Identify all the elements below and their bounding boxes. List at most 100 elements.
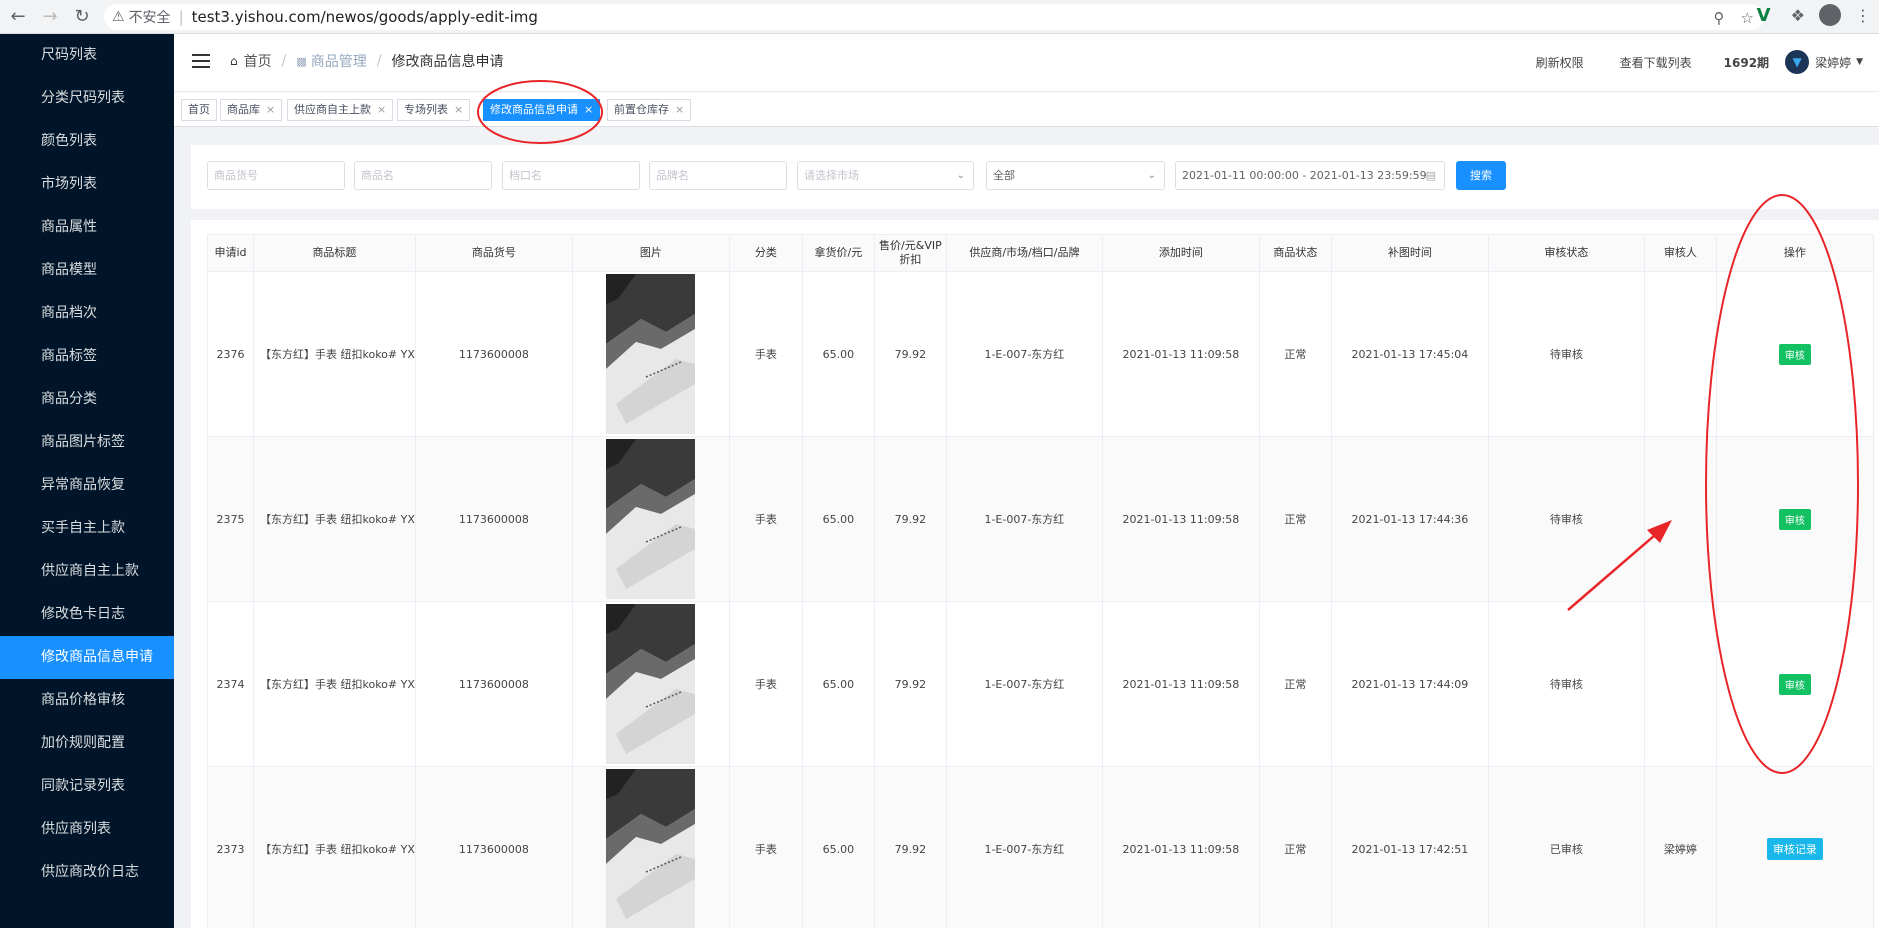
profile-icon[interactable] <box>1819 4 1841 26</box>
review-button[interactable]: 审核 <box>1778 673 1811 695</box>
more-menu-icon[interactable]: ⋮ <box>1855 6 1871 25</box>
user-name[interactable]: 梁婷婷 <box>1815 54 1851 71</box>
goods-table: 申请id 商品标题 商品货号 图片 分类 拿货价/元 售价/元&VIP折扣 供应商/市场/档口… <box>207 234 1874 928</box>
zoom-icon[interactable]: ⚲ <box>1714 9 1725 27</box>
sidebar-item[interactable]: 分类尺码列表 <box>0 77 174 120</box>
refresh-permissions-link[interactable]: 刷新权限 <box>1536 54 1584 71</box>
sidebar-item[interactable]: 商品档次 <box>0 292 174 335</box>
action-cell: 审核记录 <box>1715 766 1874 928</box>
tab-label: 专场列表 <box>404 103 448 116</box>
goods-name-input[interactable]: 商品名 <box>354 161 492 190</box>
review-button[interactable]: 审核 <box>1778 508 1811 530</box>
stall-name-input[interactable]: 档口名 <box>502 161 640 190</box>
address-bar[interactable]: ⚠ 不安全 | test3.yishou.com/newos/goods/app… <box>104 4 1764 30</box>
status-select[interactable]: 全部 ⌄ <box>986 161 1165 190</box>
tab[interactable]: 供应商自主上款 × <box>287 99 394 121</box>
cell-supplier: 1-E-007-东方红 <box>945 271 1103 437</box>
image-cell <box>571 436 730 602</box>
download-list-link[interactable]: 查看下载列表 <box>1620 54 1692 71</box>
breadcrumb-home[interactable]: 首页 <box>244 51 272 71</box>
goods-image[interactable] <box>606 274 696 434</box>
sidebar-item[interactable]: 商品标签 <box>0 335 174 378</box>
sidebar-item[interactable]: 修改色卡日志 <box>0 593 174 636</box>
market-select[interactable]: 请选择市场 ⌄ <box>797 161 974 190</box>
menu-toggle-icon[interactable] <box>192 54 210 68</box>
tab-label: 商品库 <box>227 103 260 116</box>
status-value: 全部 <box>993 169 1015 182</box>
cell-title: 【东方红】手表 纽扣koko# YX <box>253 271 416 437</box>
sidebar-item[interactable]: 修改商品信息申请 <box>0 636 174 679</box>
tab[interactable]: 专场列表 × <box>397 99 471 121</box>
reload-icon[interactable]: ↻ <box>68 3 96 31</box>
calendar-icon: ▤ <box>1425 169 1436 182</box>
extensions-icon[interactable]: ❖ <box>1791 6 1805 25</box>
tab[interactable]: 修改商品信息申请 × <box>483 99 601 121</box>
cell-id: 2376 <box>207 271 254 437</box>
action-cell: 审核 <box>1715 271 1874 437</box>
cell-price: 79.92 <box>873 271 947 437</box>
tab[interactable]: 首页 <box>181 99 217 121</box>
column-header: 商品货号 <box>414 234 573 272</box>
sidebar-item[interactable]: 买手自主上款 <box>0 507 174 550</box>
sidebar-item[interactable]: 颜色列表 <box>0 120 174 163</box>
security-label: 不安全 <box>128 10 171 26</box>
cell-review-status: 待审核 <box>1487 601 1645 767</box>
sidebar-item[interactable]: 供应商改价日志 <box>0 851 174 894</box>
column-header: 操作 <box>1715 234 1874 272</box>
forward-icon[interactable]: → <box>36 3 64 31</box>
search-button[interactable]: 搜索 <box>1456 161 1506 190</box>
caret-down-icon[interactable]: ▼ <box>1856 57 1863 67</box>
sidebar-item[interactable]: 商品图片标签 <box>0 421 174 464</box>
sidebar-item[interactable]: 商品属性 <box>0 206 174 249</box>
chevron-down-icon: ⌄ <box>956 170 965 181</box>
close-icon[interactable]: × <box>675 103 684 116</box>
url-divider: | <box>178 8 184 26</box>
cell-title: 【东方红】手表 纽扣koko# YX <box>253 601 416 767</box>
tab-label: 首页 <box>188 103 210 116</box>
date-range-picker[interactable]: 2021-01-11 00:00:00 - 2021-01-13 23:59:5… <box>1175 161 1445 190</box>
sidebar-item[interactable]: 商品模型 <box>0 249 174 292</box>
brand-name-input[interactable]: 品牌名 <box>649 161 787 190</box>
action-cell: 审核 <box>1715 601 1874 767</box>
image-cell <box>571 271 730 437</box>
image-cell <box>571 601 730 767</box>
sidebar-item[interactable]: 供应商自主上款 <box>0 550 174 593</box>
close-icon[interactable]: × <box>584 103 593 116</box>
cell-category: 手表 <box>728 601 803 767</box>
column-header: 商品状态 <box>1258 234 1332 272</box>
vue-devtools-icon[interactable]: V <box>1757 5 1777 26</box>
back-icon[interactable]: ← <box>4 3 32 31</box>
goods-image[interactable] <box>606 604 696 764</box>
goods-name-placeholder: 商品名 <box>361 169 394 182</box>
cell-goods-no: 1173600008 <box>414 271 573 437</box>
column-header: 添加时间 <box>1101 234 1260 272</box>
review-button[interactable]: 审核 <box>1778 343 1811 365</box>
sidebar-item[interactable]: 商品价格审核 <box>0 679 174 722</box>
review-log-button[interactable]: 审核记录 <box>1766 838 1823 860</box>
table-header-row: 申请id 商品标题 商品货号 图片 分类 拿货价/元 售价/元&VIP折扣 供应商/市场/档口… <box>207 234 1874 272</box>
cell-cost: 65.00 <box>801 766 875 928</box>
cell-cost: 65.00 <box>801 601 875 767</box>
close-icon[interactable]: × <box>454 103 463 116</box>
goods-image[interactable] <box>606 769 696 928</box>
sidebar-item[interactable]: 尺码列表 <box>0 34 174 77</box>
sidebar-item[interactable]: 供应商列表 <box>0 808 174 851</box>
tab[interactable]: 前置仓库存 × <box>607 99 692 121</box>
avatar[interactable]: ▼ <box>1785 50 1810 74</box>
bookmark-star-icon[interactable]: ☆ <box>1741 9 1754 27</box>
sidebar-item[interactable]: 同款记录列表 <box>0 765 174 808</box>
cell-cost: 65.00 <box>801 436 875 602</box>
goods-image[interactable] <box>606 439 696 599</box>
url-text[interactable]: test3.yishou.com/newos/goods/apply-edit-… <box>192 8 538 26</box>
sidebar-item[interactable]: 加价规则配置 <box>0 722 174 765</box>
close-icon[interactable]: × <box>266 103 275 116</box>
tab[interactable]: 商品库 × <box>220 99 283 121</box>
sidebar-item[interactable]: 市场列表 <box>0 163 174 206</box>
column-header: 售价/元&VIP折扣 <box>873 234 947 272</box>
close-icon[interactable]: × <box>377 103 386 116</box>
cell-supplier: 1-E-007-东方红 <box>945 601 1103 767</box>
sidebar-item[interactable]: 异常商品恢复 <box>0 464 174 507</box>
goods-icon: ▩ <box>296 54 307 68</box>
goods-no-input[interactable]: 商品货号 <box>207 161 345 190</box>
sidebar-item[interactable]: 商品分类 <box>0 378 174 421</box>
